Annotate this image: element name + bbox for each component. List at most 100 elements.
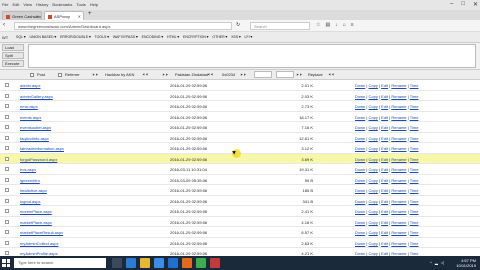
file-checkbox[interactable] — [5, 93, 9, 98]
volume-icon[interactable]: ◁ — [441, 260, 444, 265]
referrer-checkbox[interactable] — [58, 73, 62, 77]
load-url-button[interactable]: Load URL — [2, 44, 24, 56]
down-link[interactable]: Down — [355, 83, 365, 88]
menu-bookmarks[interactable]: Bookmarks — [52, 2, 72, 7]
edit-link[interactable]: Edit — [381, 83, 388, 88]
firefox-icon[interactable] — [182, 258, 192, 268]
file-name-link[interactable]: events.aspx — [20, 115, 41, 120]
home-icon[interactable]: ⌂ — [343, 22, 346, 28]
rename-link[interactable]: Rename — [391, 94, 406, 99]
menu-file[interactable]: File — [2, 2, 8, 7]
file-checkbox[interactable] — [5, 83, 9, 87]
edit-link[interactable]: Edit — [381, 125, 388, 130]
file-name-link[interactable]: forgotPassword.aspx — [20, 157, 57, 162]
file-checkbox[interactable] — [5, 198, 9, 203]
hackbar-tools[interactable]: TOOLS▼ — [95, 35, 110, 39]
close-tab-icon[interactable]: ✕ — [36, 14, 39, 19]
rename-link[interactable]: Rename — [391, 178, 406, 183]
minimize-icon[interactable]: – — [450, 1, 453, 8]
hackbar-encryption[interactable]: ENCRYPTION▼ — [183, 35, 209, 39]
task-view-icon[interactable] — [112, 258, 122, 268]
edit-link[interactable]: Edit — [381, 146, 388, 151]
down-link[interactable]: Down — [355, 104, 365, 109]
time-link[interactable]: Time — [410, 167, 419, 172]
mail-icon[interactable] — [168, 258, 178, 268]
time-link[interactable]: Time — [410, 94, 419, 99]
down-link[interactable]: Down — [355, 199, 365, 204]
replace-with-input[interactable] — [276, 71, 294, 78]
time-link[interactable]: Time — [410, 104, 419, 109]
chrome-icon[interactable] — [196, 258, 206, 268]
time-link[interactable]: Time — [410, 241, 419, 246]
file-checkbox[interactable] — [5, 125, 9, 129]
clock[interactable]: 4:57 PM 10/11/2019 — [456, 258, 476, 268]
copy-link[interactable]: Copy — [369, 230, 378, 235]
reload-icon[interactable]: ↻ — [236, 22, 240, 28]
down-link[interactable]: Down — [355, 125, 365, 130]
taskbar-search-input[interactable]: Type here to search — [14, 258, 106, 268]
copy-link[interactable]: Copy — [369, 115, 378, 120]
down-link[interactable]: Down — [355, 136, 365, 141]
rename-link[interactable]: Rename — [391, 83, 406, 88]
time-link[interactable]: Time — [410, 178, 419, 183]
file-checkbox[interactable] — [5, 251, 9, 255]
file-name-link[interactable]: error.aspx — [20, 104, 38, 109]
close-tab-icon[interactable]: ✕ — [78, 14, 81, 19]
hackbar-union-based[interactable]: UNION BASED▼ — [29, 35, 57, 39]
menu-view[interactable]: View — [23, 2, 32, 7]
rename-link[interactable]: Rename — [391, 241, 406, 246]
file-checkbox[interactable] — [5, 146, 9, 150]
hackbar-encoding[interactable]: ENCODING▼ — [142, 35, 164, 39]
back-icon[interactable]: ‹ — [3, 22, 5, 28]
time-link[interactable]: Time — [410, 209, 419, 214]
rename-link[interactable]: Rename — [391, 136, 406, 141]
down-link[interactable]: Down — [355, 230, 365, 235]
file-name-link[interactable]: igneerchiro — [20, 178, 40, 183]
menu-icon[interactable]: ≡ — [351, 22, 354, 28]
windows-start-icon[interactable] — [2, 259, 10, 267]
file-checkbox[interactable] — [5, 104, 9, 108]
file-name-link[interactable]: fairtradeinformation.aspx — [20, 146, 64, 151]
file-name-link[interactable]: marketPlace.aspx — [20, 220, 52, 225]
file-checkbox[interactable] — [5, 188, 9, 192]
down-link[interactable]: Down — [355, 94, 365, 99]
hackbar-waf-bypass[interactable]: WAF BYPASS▼ — [113, 35, 139, 39]
copy-link[interactable]: Copy — [369, 146, 378, 151]
library-icon[interactable]: ▤ — [325, 22, 330, 28]
time-link[interactable]: Time — [410, 125, 419, 130]
edit-link[interactable]: Edit — [381, 209, 388, 214]
hackbar-url-textarea[interactable] — [28, 44, 476, 68]
rename-link[interactable]: Rename — [391, 125, 406, 130]
time-link[interactable]: Time — [410, 146, 419, 151]
hackbar-xss[interactable]: XSS▼ — [231, 35, 241, 39]
rename-link[interactable]: Rename — [391, 167, 406, 172]
file-name-link[interactable]: hos.aspx — [20, 167, 36, 172]
file-name-link[interactable]: logout.aspx — [20, 199, 40, 204]
time-link[interactable]: Time — [410, 188, 419, 193]
download-icon[interactable]: ↓ — [335, 22, 338, 28]
down-link[interactable]: Down — [355, 178, 365, 183]
store-icon[interactable] — [154, 258, 164, 268]
copy-link[interactable]: Copy — [369, 94, 378, 99]
rename-link[interactable]: Rename — [391, 157, 406, 162]
menu-tools[interactable]: Tools — [76, 2, 85, 7]
chevron-up-icon[interactable]: ^ — [430, 260, 432, 265]
time-link[interactable]: Time — [410, 230, 419, 235]
copy-link[interactable]: Copy — [369, 83, 378, 88]
file-name-link[interactable]: myAdminCollect.aspx — [20, 241, 58, 246]
replace-button[interactable]: Replace — [308, 72, 323, 77]
file-name-link[interactable]: lmdActive.aspx — [20, 188, 47, 193]
copy-link[interactable]: Copy — [369, 199, 378, 204]
down-link[interactable]: Down — [355, 167, 365, 172]
hackbar-other[interactable]: OTHER▼ — [212, 35, 228, 39]
star-icon[interactable]: ☆ — [316, 22, 320, 28]
copy-link[interactable]: Copy — [369, 178, 378, 183]
file-name-link[interactable]: moreinPlace.aspx — [20, 209, 52, 214]
rename-link[interactable]: Rename — [391, 115, 406, 120]
network-icon[interactable]: ▂ — [435, 260, 438, 265]
copy-link[interactable]: Copy — [369, 157, 378, 162]
edit-link[interactable]: Edit — [381, 241, 388, 246]
find-input[interactable] — [254, 71, 272, 78]
rename-link[interactable]: Rename — [391, 209, 406, 214]
edit-link[interactable]: Edit — [381, 220, 388, 225]
